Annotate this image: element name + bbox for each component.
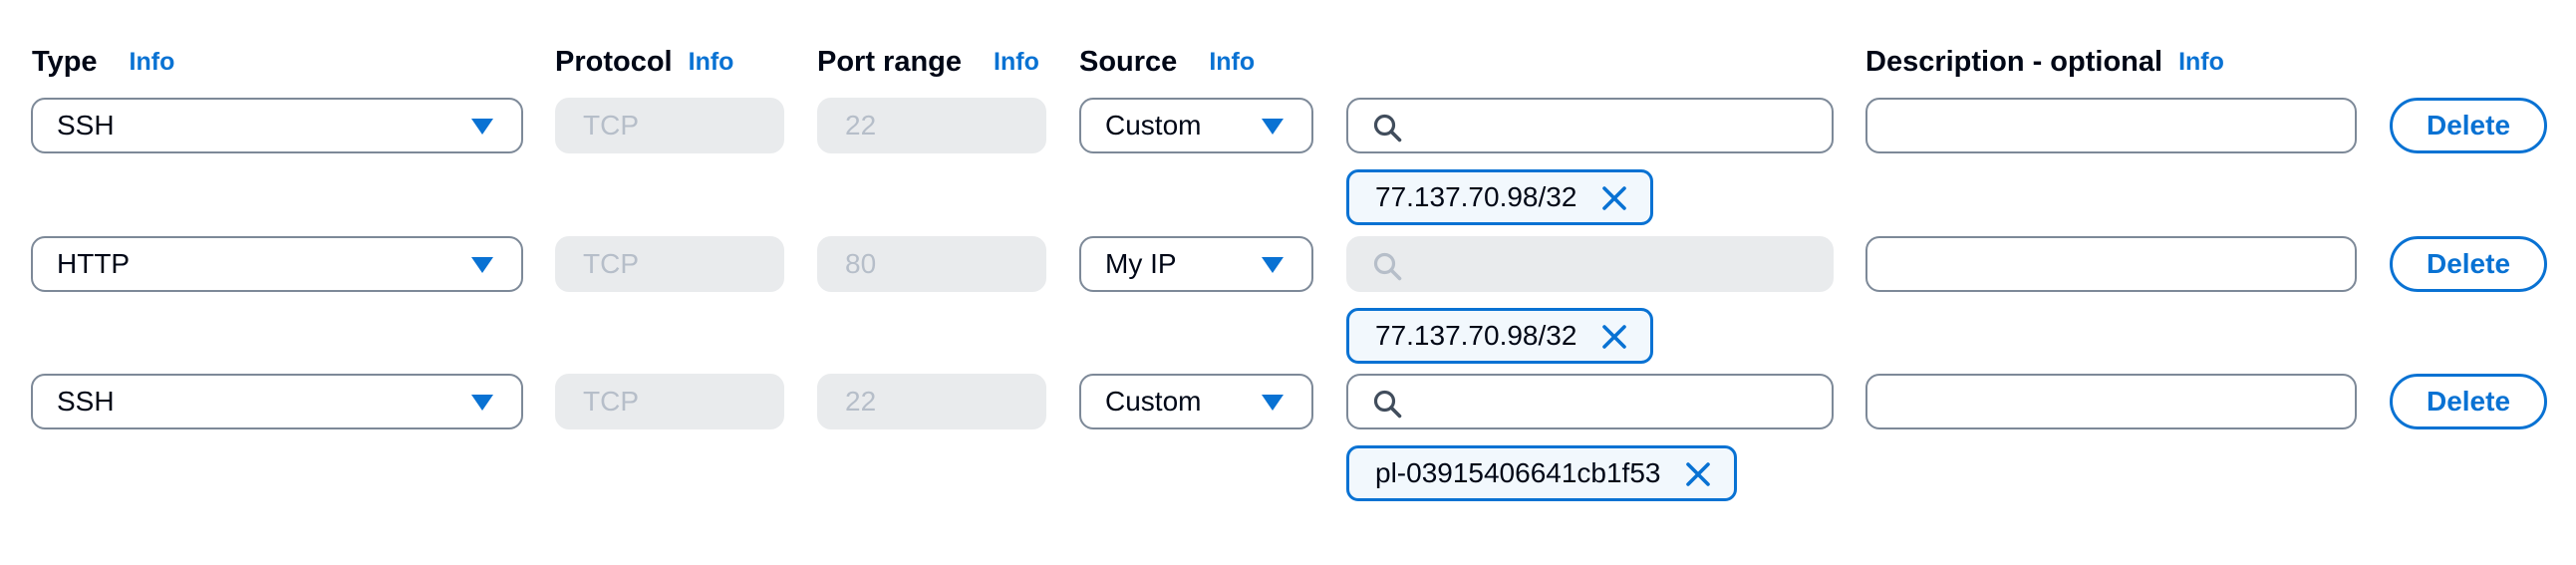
caret-down-icon [471,119,493,135]
type-select-value: SSH [57,110,115,141]
source-token: pl-03915406641cb1f53 [1346,445,1737,501]
port-range-field: 22 [817,374,1046,429]
type-select[interactable]: SSH [31,374,523,429]
source-token-label: pl-03915406641cb1f53 [1375,457,1661,488]
source-select-value: Custom [1105,110,1202,141]
caret-down-icon [1262,395,1284,411]
caret-down-icon [1262,119,1284,135]
delete-button-label: Delete [2426,110,2511,141]
caret-down-icon [1262,257,1284,273]
source-select[interactable]: Custom [1079,374,1313,429]
rule-row: SSH TCP 22 Custom Delete pl-03915406641c… [0,276,2576,565]
protocol-value: TCP [583,386,639,417]
type-select-value: SSH [57,386,115,417]
delete-button-label: Delete [2426,386,2511,417]
close-icon[interactable] [1684,460,1712,488]
source-select-value: Custom [1105,386,1202,417]
caret-down-icon [471,395,493,411]
description-field[interactable] [1865,374,2357,429]
caret-down-icon [471,257,493,273]
delete-button[interactable]: Delete [2390,374,2547,429]
protocol-field: TCP [555,374,784,429]
protocol-value: TCP [583,110,639,141]
search-icon [1373,390,1402,419]
source-search-input[interactable] [1346,374,1834,429]
port-range-value: 22 [845,110,877,141]
port-range-value: 22 [845,386,877,417]
